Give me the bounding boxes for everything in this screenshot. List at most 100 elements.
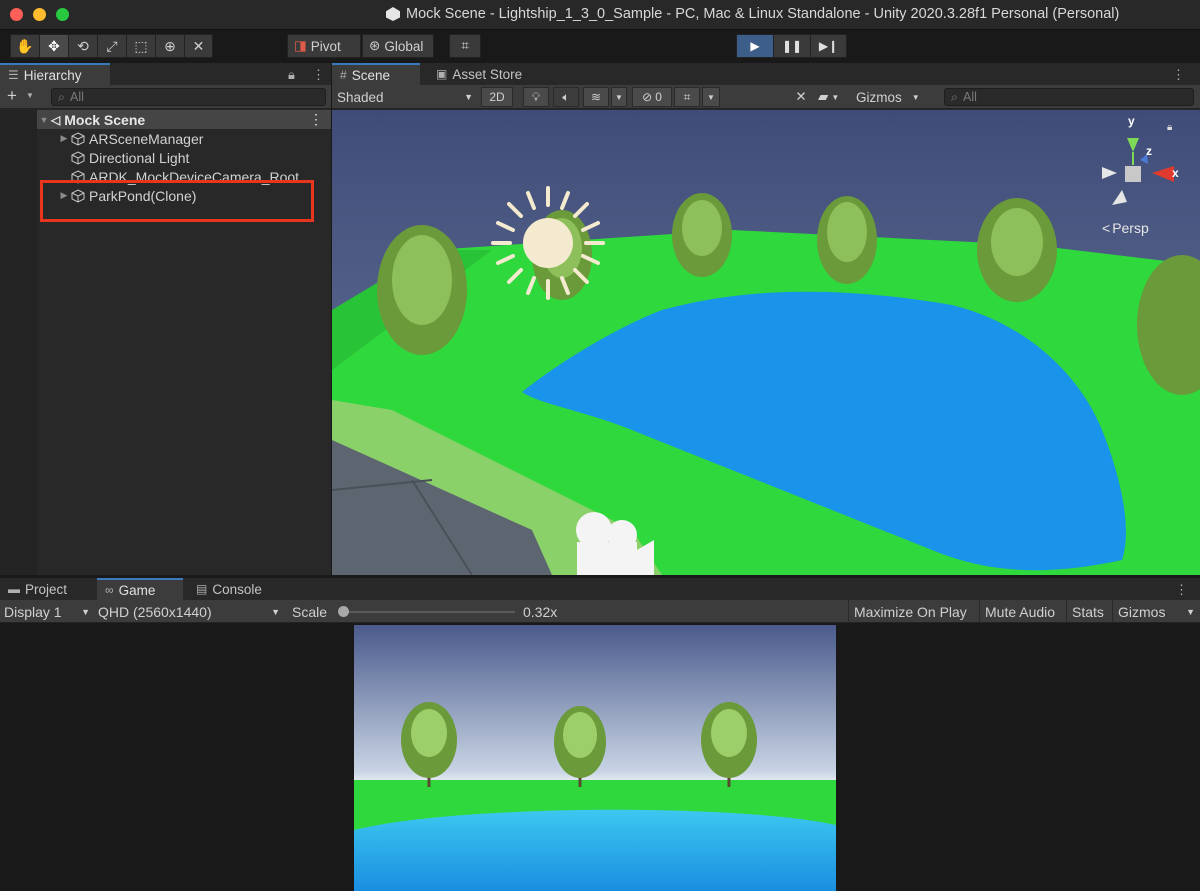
- hierarchy-item-label: Directional Light: [89, 149, 190, 166]
- hierarchy-search-placeholder: All: [70, 90, 84, 104]
- gizmo-center-cube[interactable]: [1125, 166, 1141, 182]
- dropdown-arrow-icon: ▼: [831, 92, 840, 102]
- lighting-toggle-button[interactable]: 💡︎: [523, 87, 549, 107]
- hierarchy-search-input[interactable]: ⌕ All: [51, 88, 326, 106]
- pause-button[interactable]: ❚❚: [773, 34, 810, 58]
- gamepad-icon: ∞: [105, 583, 114, 597]
- effects-toggle-button[interactable]: ≋: [583, 87, 609, 107]
- layers-icon: ≋: [590, 90, 602, 104]
- list-icon: ☰: [8, 68, 19, 82]
- rotate-tool-icon[interactable]: ⟲: [68, 34, 97, 58]
- grid-dropdown-button[interactable]: ▼: [702, 87, 720, 107]
- stats-button[interactable]: Stats: [1066, 600, 1109, 623]
- tab-scene[interactable]: # Scene: [332, 63, 420, 85]
- game-render: [354, 625, 836, 891]
- scene-name: Mock Scene: [64, 111, 146, 128]
- resolution-value: QHD (2560x1440): [98, 603, 212, 620]
- globe-icon: ⊛: [369, 38, 381, 53]
- dropdown-arrow-icon: ▼: [464, 92, 473, 102]
- tab-console[interactable]: ▤ Console: [188, 578, 283, 600]
- toggle-2d-button[interactable]: 2D: [481, 87, 513, 107]
- toggle-2d-label: 2D: [489, 90, 505, 104]
- collapse-arrow-icon[interactable]: ▼: [37, 115, 51, 125]
- maximize-on-play-button[interactable]: Maximize On Play: [848, 600, 972, 623]
- grid-snap-button[interactable]: ⌗: [449, 34, 481, 58]
- shading-mode-value: Shaded: [337, 89, 384, 105]
- add-dropdown-icon[interactable]: ▼: [26, 91, 34, 100]
- grid-snap-icon: ⌗: [461, 38, 469, 53]
- hierarchy-item-label: ARSceneManager: [89, 130, 204, 147]
- scale-slider-thumb[interactable]: [338, 606, 349, 617]
- scale-slider-track[interactable]: [345, 611, 515, 613]
- pivot-toggle-button[interactable]: ◨ Pivot: [287, 34, 361, 58]
- hierarchy-menu-icon[interactable]: ⋮: [312, 67, 325, 83]
- resolution-dropdown[interactable]: QHD (2560x1440) ▼: [98, 602, 280, 621]
- tools-icon[interactable]: ✕: [792, 88, 810, 106]
- dropdown-arrow-icon: ▼: [271, 606, 280, 617]
- dropdown-arrow-icon: ▼: [1186, 606, 1195, 617]
- display-value: Display 1: [4, 603, 62, 620]
- transform-tool-icon[interactable]: ⊕: [155, 34, 184, 58]
- grid-toggle-button[interactable]: ⌗: [674, 87, 700, 107]
- scene-tabbar: # Scene ▣ Asset Store ⋮: [332, 63, 1200, 85]
- hand-tool-icon[interactable]: ✋: [10, 34, 39, 58]
- hidden-count: 0: [655, 90, 662, 104]
- projection-label: Persp: [1112, 220, 1149, 236]
- scene-menu-icon[interactable]: ⋮: [309, 111, 323, 128]
- lock-icon[interactable]: 🔒︎: [288, 67, 295, 83]
- play-icon: ▶: [750, 39, 760, 53]
- game-gizmos-dropdown[interactable]: Gizmos ▼: [1112, 600, 1200, 623]
- expand-arrow-icon[interactable]: ▶: [57, 133, 71, 144]
- tab-hierarchy[interactable]: ☰ Hierarchy: [0, 63, 110, 85]
- projection-toggle[interactable]: < Persp: [1102, 220, 1149, 236]
- hidden-objects-button[interactable]: ⊘ 0: [632, 87, 672, 107]
- scale-tool-icon[interactable]: ⤢: [97, 34, 126, 58]
- scene-menu-icon[interactable]: ⋮: [1172, 67, 1185, 83]
- dropdown-arrow-icon: ▼: [707, 92, 715, 102]
- rect-tool-icon[interactable]: ⬚: [126, 34, 155, 58]
- global-toggle-button[interactable]: ⊛ Global: [362, 34, 434, 58]
- gizmo-lock-icon[interactable]: 🔒︎: [1167, 122, 1172, 133]
- add-object-button[interactable]: +: [7, 86, 17, 106]
- game-pond: [354, 809, 836, 891]
- tab-game[interactable]: ∞ Game: [97, 578, 183, 600]
- step-icon: ▶❙: [818, 39, 839, 53]
- game-view-render[interactable]: [354, 625, 836, 891]
- play-button[interactable]: ▶: [736, 34, 773, 58]
- gizmo-z-label: z: [1146, 144, 1152, 158]
- window-title-text: Mock Scene - Lightship_1_3_0_Sample - PC…: [406, 6, 1120, 22]
- scene-toolbar: Shaded ▼ 2D 💡︎ 🔈︎ ≋ ▼ ⊘ 0 ⌗ ▼ ✕ ▰ ▼ Gizm…: [332, 85, 1200, 109]
- scene-row[interactable]: ▼ ◁ Mock Scene ⋮: [37, 110, 331, 129]
- game-menu-icon[interactable]: ⋮: [1175, 582, 1188, 598]
- gameobject-cube-icon: [71, 131, 85, 146]
- audio-toggle-button[interactable]: 🔈︎: [553, 87, 579, 107]
- dropdown-arrow-icon: ▼: [911, 92, 920, 102]
- tab-console-label: Console: [212, 581, 262, 597]
- gizmos-dropdown[interactable]: Gizmos ▼: [856, 88, 936, 106]
- shading-mode-dropdown[interactable]: Shaded ▼: [337, 88, 473, 106]
- hierarchy-item-directional-light[interactable]: Directional Light: [37, 148, 331, 167]
- scene-viewport[interactable]: y z x 🔒︎ < Persp: [332, 110, 1200, 575]
- display-dropdown[interactable]: Display 1 ▼: [4, 602, 90, 621]
- main-toolbar: ✋ ✥ ⟲ ⤢ ⬚ ⊕ ✕ ◨ Pivot ⊛ Global ⌗ ▶ ❚❚ ▶❙: [0, 30, 1200, 62]
- pivot-icon: ◨: [294, 38, 307, 53]
- move-tool-icon[interactable]: ✥: [39, 34, 68, 58]
- maximize-on-play-label: Maximize On Play: [854, 603, 967, 620]
- eye-slash-icon: ⊘: [642, 90, 653, 104]
- minimize-window-button[interactable]: [33, 8, 46, 21]
- hierarchy-item-arscenemanager[interactable]: ▶ ARSceneManager: [37, 129, 331, 148]
- camera-settings-button[interactable]: ▰ ▼: [818, 88, 848, 106]
- zoom-window-button[interactable]: [56, 8, 69, 21]
- hierarchy-panel: ☰ Hierarchy 🔒︎ ⋮ + ▼ ⌕ All ▼ ◁ Mock Scen…: [0, 63, 331, 575]
- custom-tool-icon[interactable]: ✕: [184, 34, 213, 58]
- hierarchy-toolbar: + ▼ ⌕ All: [0, 85, 331, 109]
- tab-asset-store[interactable]: ▣ Asset Store: [428, 63, 538, 85]
- step-button[interactable]: ▶❙: [810, 34, 847, 58]
- effects-dropdown-button[interactable]: ▼: [611, 87, 627, 107]
- scene-search-input[interactable]: ⌕ All: [944, 88, 1194, 106]
- mute-audio-label: Mute Audio: [985, 603, 1056, 620]
- playback-controls: ▶ ❚❚ ▶❙: [736, 34, 847, 58]
- mute-audio-button[interactable]: Mute Audio: [979, 600, 1060, 623]
- tab-project[interactable]: ▬ Project: [0, 578, 90, 600]
- close-window-button[interactable]: [10, 8, 23, 21]
